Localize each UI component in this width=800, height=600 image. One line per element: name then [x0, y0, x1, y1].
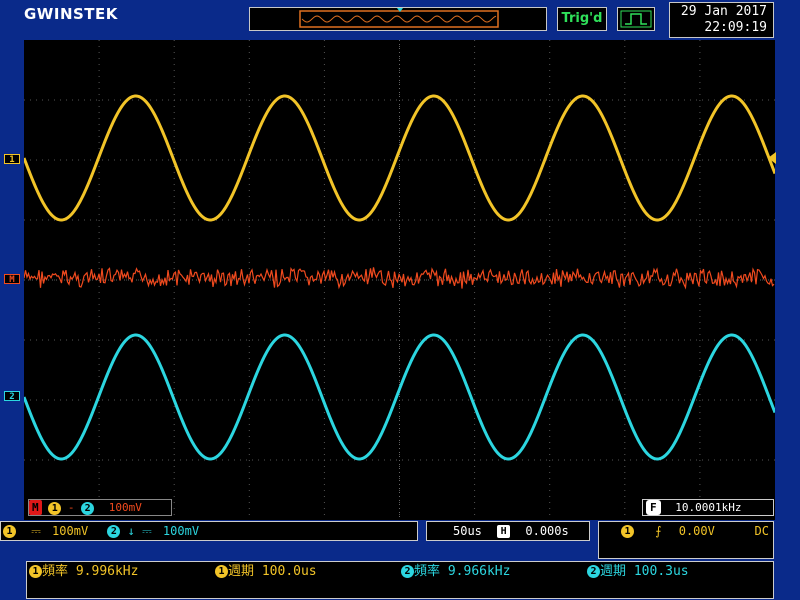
math-source1: 1: [48, 501, 62, 515]
math-badge: M: [29, 500, 42, 515]
timebase-scale: 50us: [453, 524, 482, 538]
meas-ch-badge: 2: [401, 565, 414, 578]
measurement-bar[interactable]: 1 頻率 9.996kHz 1 週期 100.0us 2 頻率 9.966kHz 2週…: [26, 561, 774, 599]
time-text: 22:09:19: [704, 20, 767, 35]
pulse-edge-icon[interactable]: [617, 7, 655, 31]
frequency-counter-box: F 10.0001kHz: [642, 499, 774, 516]
rising-edge-icon: ⨍: [655, 524, 662, 538]
waveform-overview: [299, 8, 499, 28]
brand-logo: GWINSTEK: [24, 5, 118, 23]
meas-ch-badge: 1: [215, 565, 228, 578]
dc-coupling-icon: ⎓: [142, 524, 152, 538]
frequency-badge: F: [646, 500, 661, 515]
timebase-bar[interactable]: 50us H 0.000s: [426, 521, 590, 541]
ch2-scale: 100mV: [162, 524, 200, 538]
ch1-position-marker[interactable]: 1: [4, 154, 20, 165]
trigger-source-badge: 1: [621, 525, 634, 538]
math-source2: 2: [81, 501, 95, 515]
memory-overview-bar: [249, 7, 547, 31]
channel-scale-bar[interactable]: 1 ⎓ 100mV 2 ↓ ⎓ 100mV: [0, 521, 418, 541]
math-waveform: [23, 267, 775, 290]
meas-ch-badge: 1: [29, 565, 42, 578]
trigger-status-label: Trig'd: [557, 7, 607, 31]
trigger-frequency-value: 10.0001kHz: [675, 501, 742, 514]
waveform-display[interactable]: [22, 40, 777, 520]
measurement-ch2-period[interactable]: 2 週期 100.3us: [587, 562, 689, 582]
invert-arrow-icon: ↓: [127, 524, 135, 538]
math-scale: 100mV: [108, 501, 142, 514]
trigger-settings-bar[interactable]: 1 ⨍ 0.00V DC: [598, 521, 774, 559]
meas-value: 100.0us: [261, 564, 317, 579]
measurement-ch1-period[interactable]: 1 週期 100.0us: [215, 562, 317, 582]
measurement-ch2-frequency[interactable]: 2 頻率 9.966kHz: [401, 562, 510, 582]
math-position-marker[interactable]: M: [4, 274, 20, 285]
ch1-scale: 100mV: [52, 524, 89, 538]
horizontal-position: 0.000s: [525, 524, 569, 538]
trigger-coupling: DC: [754, 524, 769, 538]
meas-value: 100.3us: [633, 564, 689, 579]
measurement-ch1-frequency[interactable]: 1 頻率 9.996kHz: [29, 562, 138, 582]
math-operator: -: [67, 501, 75, 514]
ch2-position-marker[interactable]: 2: [4, 391, 20, 402]
dc-coupling-icon: ⎓: [31, 524, 41, 538]
trigger-level: 0.00V: [678, 524, 715, 538]
horizontal-position-icon: H: [497, 525, 511, 538]
meas-value: 9.966kHz: [447, 564, 511, 579]
waveform-canvas: [22, 40, 777, 520]
meas-value: 9.996kHz: [75, 564, 139, 579]
date-text: 29 Jan 2017: [680, 4, 767, 19]
meas-ch-badge: 2: [587, 565, 600, 578]
ch1-badge: 1: [3, 525, 16, 538]
trigger-level-icon: [768, 152, 776, 164]
math-info-box[interactable]: M 1 - 2 100mV: [28, 499, 172, 516]
ch2-badge: 2: [107, 525, 121, 538]
date-time-display: 29 Jan 2017 22:09:19: [669, 2, 774, 38]
ch1-waveform: [22, 94, 777, 222]
